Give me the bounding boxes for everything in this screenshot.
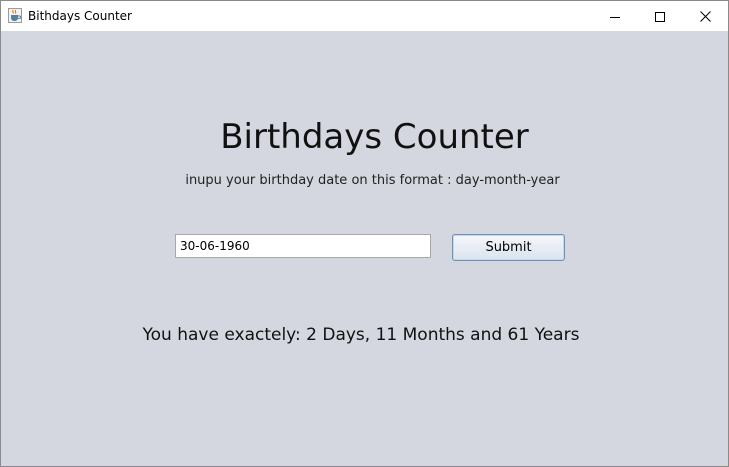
app-window: Bithdays Counter Birthdays Counter inupu… xyxy=(0,0,729,467)
content-panel: Birthdays Counter inupu your birthday da… xyxy=(1,31,728,466)
title-bar[interactable]: Bithdays Counter xyxy=(1,1,728,31)
maximize-button[interactable] xyxy=(637,1,683,31)
result-text: You have exactely: 2 Days, 11 Months and… xyxy=(142,325,580,345)
window-title: Bithdays Counter xyxy=(28,9,132,23)
minimize-button[interactable] xyxy=(592,1,638,31)
java-cup-icon xyxy=(8,8,22,23)
maximize-icon xyxy=(655,7,665,26)
minimize-icon xyxy=(610,7,620,26)
birthday-date-input[interactable] xyxy=(175,234,431,258)
close-button[interactable] xyxy=(682,1,728,31)
page-title: Birthdays Counter xyxy=(220,117,529,157)
submit-button[interactable]: Submit xyxy=(452,234,565,261)
format-instructions: inupu your birthday date on this format … xyxy=(185,173,560,188)
close-icon xyxy=(699,7,711,26)
